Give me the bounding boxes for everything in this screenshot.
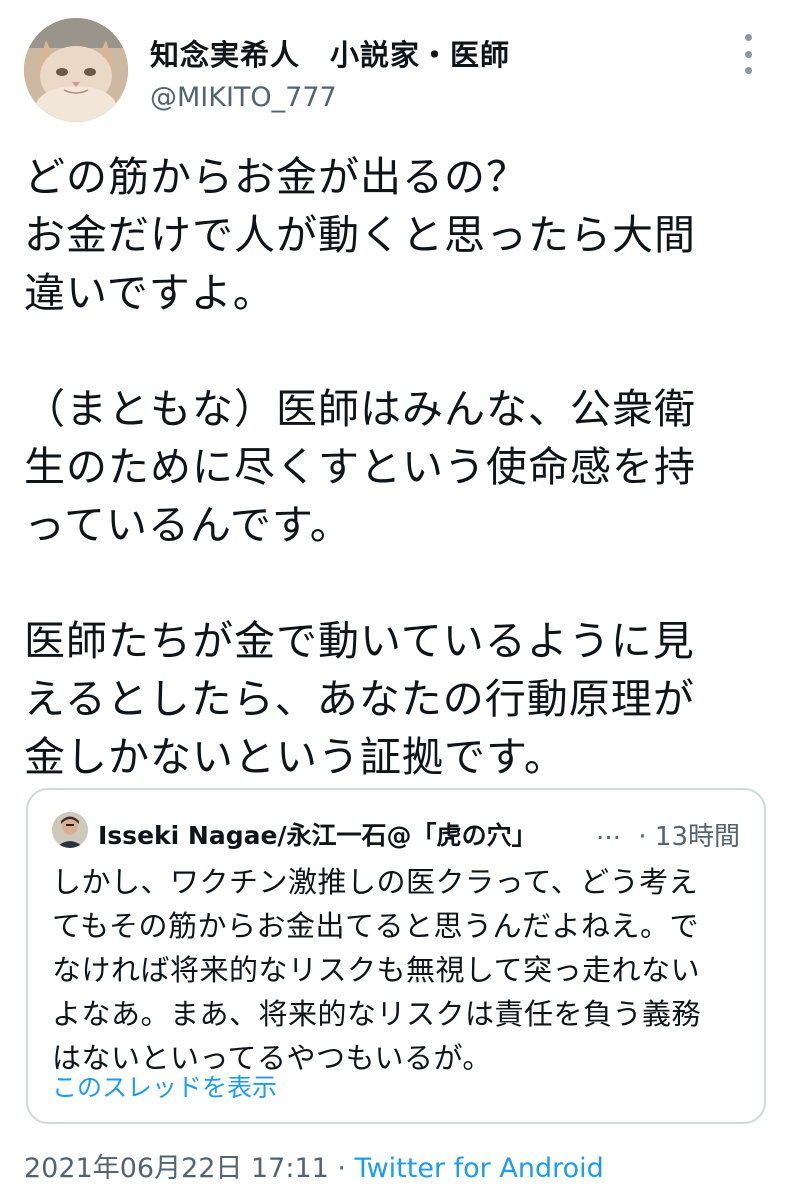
tweet-line: お金だけで人が動くと思ったら大間 (24, 211, 696, 259)
tweet-line: （まともな）医師はみんな、公衆衛 (24, 385, 696, 433)
tweet-paragraph: どの筋からお金が出るの？ お金だけで人が動くと思ったら大間 違いですよ。 (24, 148, 764, 322)
quoted-author-ellipsis: … (596, 816, 621, 845)
tweet-source-link[interactable]: Twitter for Android (355, 1153, 604, 1184)
tweet-line: っているんです。 (24, 501, 352, 549)
author-handle[interactable]: @MIKITO_777 (150, 82, 337, 113)
tweet-footer: 2021年06月22日 17:11 · Twitter for Android (24, 1146, 604, 1185)
tweet-text: どの筋からお金が出るの？ お金だけで人が動くと思ったら大間 違いですよ。 （まと… (24, 148, 764, 786)
tweet-paragraph: （まともな）医師はみんな、公衆衛 生のために尽くすという使命感を持 っているんで… (24, 380, 764, 554)
more-dot (744, 50, 752, 58)
quoted-line: よなあ。まあ、将来的なリスクは責任を負う義務 (52, 997, 702, 1031)
show-thread-link[interactable]: このスレッドを表示 (52, 1068, 277, 1104)
tweet-timestamp[interactable]: 2021年06月22日 17:11 (24, 1153, 329, 1184)
quoted-tweet-card[interactable]: Isseki Nagae/永江一石@「虎の穴」 … · 13時間 しかし、ワクチ… (26, 788, 766, 1124)
more-dot (744, 67, 752, 74)
quoted-line: しかし、ワクチン激推しの医クラって、どう考え (52, 865, 699, 899)
tweet-header: 知念実希人 小説家・医師 @MIKITO_777 (24, 18, 766, 128)
tweet-paragraph: 医師たちが金で動いているように見 えるとしたら、あなたの行動原理が 金しかないと… (24, 612, 764, 786)
author-display-name[interactable]: 知念実希人 小説家・医師 (150, 32, 510, 74)
quoted-author-name: Isseki Nagae/永江一石@「虎の穴」 (98, 821, 537, 850)
tweet-line: えるとしたら、あなたの行動原理が (24, 675, 695, 723)
tweet-line: 違いですよ。 (24, 269, 275, 317)
footer-separator: · (328, 1153, 355, 1184)
quoted-line: てもその筋からお金出てると思うんだよねえ。で (52, 909, 699, 943)
tweet-line: どの筋からお金が出るの？ (24, 153, 528, 201)
tweet-detail: 知念実希人 小説家・医師 @MIKITO_777 どの筋からお金が出るの？ お金… (0, 0, 790, 1200)
tweet-line: 生のために尽くすという使命感を持 (24, 443, 696, 491)
quoted-line: なければ将来的なリスクも無視して突っ走れない (52, 953, 701, 987)
quoted-timestamp: · 13時間 (638, 822, 740, 852)
tweet-line: 医師たちが金で動いているように見 (24, 617, 695, 665)
cat-avatar-icon[interactable] (24, 18, 128, 122)
more-dot (744, 34, 752, 41)
quoted-text: しかし、ワクチン激推しの医クラって、どう考え てもその筋からお金出てると思うんだ… (52, 860, 752, 1080)
more-vertical-icon[interactable] (736, 34, 760, 74)
tweet-line: 金しかないという証拠です。 (24, 733, 566, 781)
person-avatar-icon (52, 812, 88, 848)
